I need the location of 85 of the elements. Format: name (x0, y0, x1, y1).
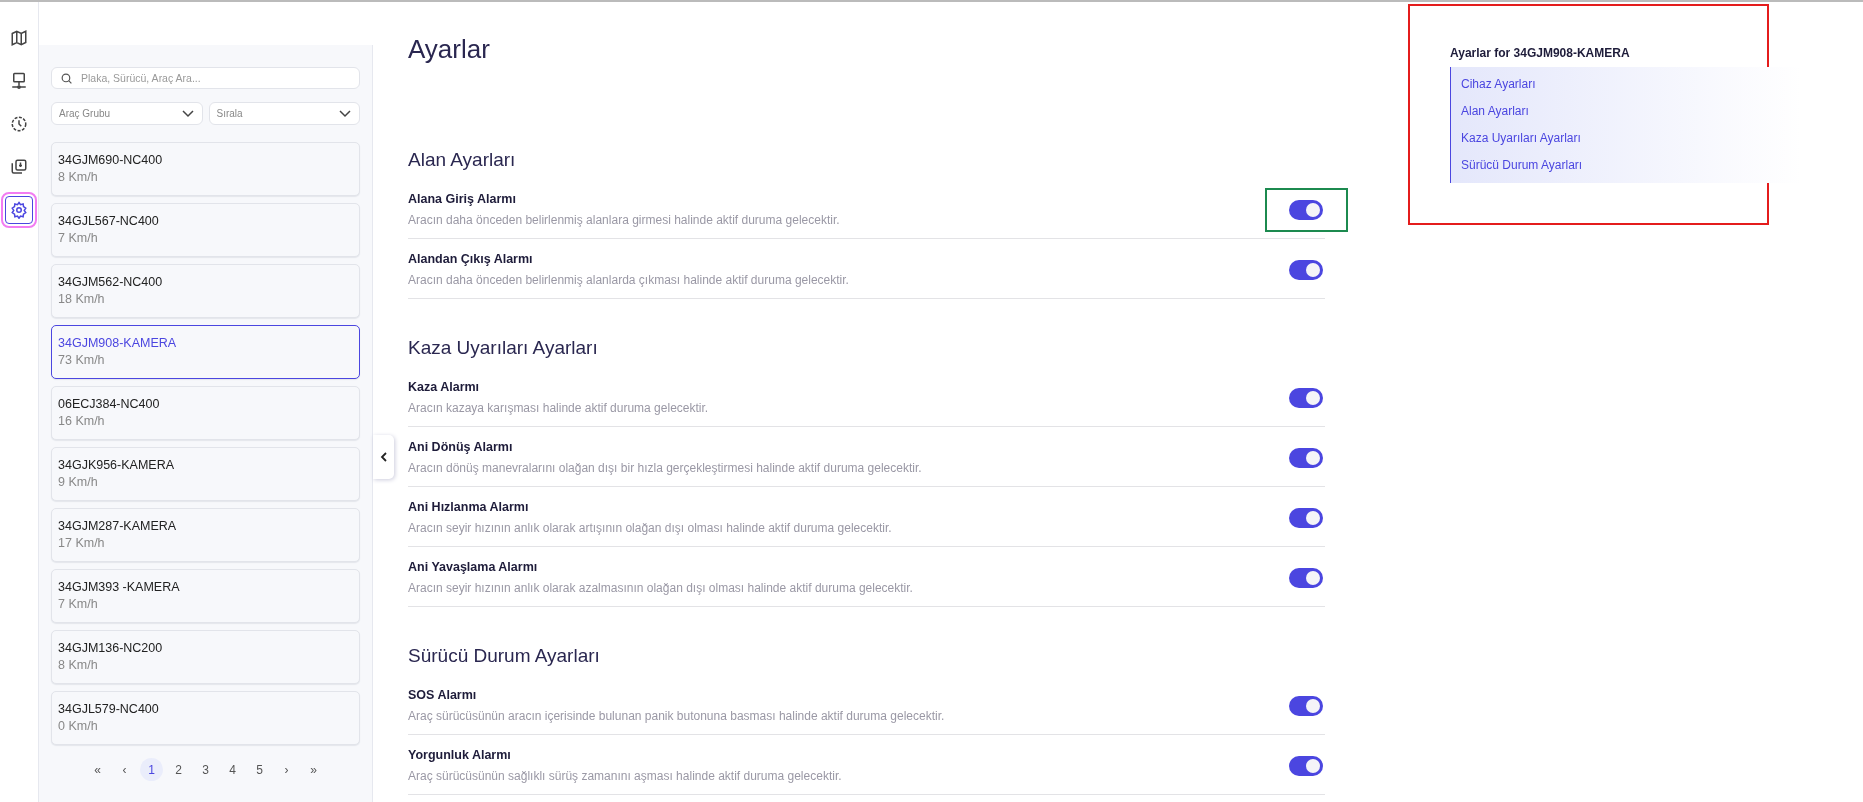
vehicle-card[interactable]: 06ECJ384-NC400 16 Km/h (51, 386, 360, 440)
setting-description: Aracın kazaya karışması halinde aktif duruma gelecektir. (408, 401, 709, 415)
plate-label: 34GJK956-KAMERA (58, 458, 176, 472)
chevron-left-icon (380, 452, 387, 462)
plate-label: 34GJM908-KAMERA (58, 336, 178, 350)
speed-label: 73 Km/h (58, 353, 106, 367)
settings-icon (10, 201, 28, 219)
dropdown[interactable]: Sırala (208, 102, 360, 125)
speed-label: 9 Km/h (58, 475, 99, 489)
vehicle-card[interactable]: 34GJM908-KAMERA 73 Km/h (51, 325, 360, 379)
setting-name: Ani Dönüş Alarmı (408, 440, 514, 454)
toggle-switch[interactable] (1289, 755, 1323, 776)
toggle-switch[interactable] (1289, 199, 1323, 220)
toggle-switch[interactable] (1289, 695, 1323, 716)
plate-label: 34GJL567-NC400 (58, 214, 160, 228)
plate-label: 34GJM562-NC400 (58, 275, 164, 289)
chevron-down-icon (181, 109, 194, 118)
setting-description: Aracın dönüş manevralarını olağan dışı bir hızla gerçekleştirmesi halinde aktif duruma gelecektir. (408, 461, 922, 475)
search-field[interactable]: Plaka, Sürücü, Araç Ara... (51, 67, 360, 89)
vehicle-card[interactable]: 34GJL579-NC400 0 Km/h (51, 691, 360, 745)
setting-name: Ani Hızlanma Alarmı (408, 500, 530, 514)
previous-page-link[interactable]: ‹ (113, 758, 136, 781)
clock-icon (10, 115, 28, 133)
toggle-switch[interactable] (1289, 567, 1323, 588)
toc-link[interactable]: Kaza Uyarıları Ayarları (1451, 125, 1801, 152)
setting-description: Aracın seyir hızının anlık olarak azalmasının olağan dışı olması halinde aktif duruma gelecektir. (408, 581, 913, 595)
plate-label: 06ECJ384-NC400 (58, 397, 161, 411)
setting-description: Araç sürücüsünün sağlıklı sürüş zamanını aşması halinde aktif duruma gelecektir. (408, 769, 842, 783)
setting-name: Alana Giriş Alarmı (408, 192, 517, 206)
toggle-switch[interactable] (1289, 447, 1323, 468)
speed-label: 18 Km/h (58, 292, 106, 306)
page-link[interactable]: 4 (221, 758, 244, 781)
collapse-button[interactable] (373, 435, 394, 479)
plate-label: 34GJM136-NC200 (58, 641, 164, 655)
speed-label: 16 Km/h (58, 414, 106, 428)
stacked-squares-icon (10, 158, 28, 176)
monitor-icon (10, 72, 28, 90)
chevron-down-icon (339, 109, 351, 118)
next-page-link[interactable]: › (275, 758, 298, 781)
vehicle-card[interactable]: 34GJM393 -KAMERA 7 Km/h (51, 569, 360, 623)
page-title: Ayarlar (408, 34, 491, 65)
vehicle-card[interactable]: 34GJM562-NC400 18 Km/h (51, 264, 360, 318)
plate-label: 34GJL579-NC400 (58, 702, 160, 716)
dropdown[interactable]: Araç Grubu (51, 102, 203, 125)
speed-label: 0 Km/h (58, 719, 99, 733)
vehicle-card[interactable]: 34GJK956-KAMERA 9 Km/h (51, 447, 360, 501)
toggle-switch[interactable] (1289, 259, 1323, 280)
map-icon (10, 29, 28, 47)
speed-label: 8 Km/h (58, 658, 99, 672)
toc-link[interactable]: Cihaz Ayarları (1451, 71, 1801, 98)
section-title: Alan Ayarları (408, 149, 517, 171)
setting-name: Yorgunluk Alarmı (408, 748, 512, 762)
speed-label: 7 Km/h (58, 231, 99, 245)
setting-description: Aracın daha önceden belirlenmiş alanlarda çıkması halinde aktif duruma gelecektir. (408, 273, 849, 287)
setting-description: Aracın daha önceden belirlenmiş alanlara girmesi halinde aktif duruma gelecektir. (408, 213, 840, 227)
vehicle-card[interactable]: 34GJM690-NC400 8 Km/h (51, 142, 360, 196)
setting-name: Kaza Alarmı (408, 380, 481, 394)
section-title: Kaza Uyarıları Ayarları (408, 337, 599, 359)
toc-link[interactable]: Sürücü Durum Ayarları (1451, 152, 1801, 179)
toc-link[interactable]: Alan Ayarları (1451, 98, 1801, 125)
speed-label: 8 Km/h (58, 170, 99, 184)
setting-description: Aracın seyir hızının anlık olarak artışının olağan dışı olması halinde aktif duruma gelecektir. (408, 521, 892, 535)
vehicle-card[interactable]: 34GJL567-NC400 7 Km/h (51, 203, 360, 257)
toggle-switch[interactable] (1289, 387, 1323, 408)
setting-name: SOS Alarmı (408, 688, 478, 702)
section-title: Sürücü Durum Ayarları (408, 645, 601, 667)
toggle-switch[interactable] (1289, 507, 1323, 528)
setting-description: Araç sürücüsünün aracın içerisinde bulunan panik butonuna basması halinde aktif duruma gelecektir. (408, 709, 945, 723)
toc-title: Ayarlar for 34GJM908-KAMERA (1450, 46, 1631, 60)
setting-name: Ani Yavaşlama Alarmı (408, 560, 539, 574)
speed-label: 7 Km/h (58, 597, 99, 611)
page-link[interactable]: 2 (167, 758, 190, 781)
speed-label: 17 Km/h (58, 536, 106, 550)
vehicle-card[interactable]: 34GJM287-KAMERA 17 Km/h (51, 508, 360, 562)
last-page-link[interactable]: » (302, 758, 325, 781)
page-link[interactable]: 3 (194, 758, 217, 781)
page-link[interactable]: 1 (140, 758, 163, 781)
plate-label: 34GJM393 -KAMERA (58, 580, 181, 594)
plate-label: 34GJM690-NC400 (58, 153, 164, 167)
page-link[interactable]: 5 (248, 758, 271, 781)
setting-name: Alandan Çıkış Alarmı (408, 252, 534, 266)
first-page-link[interactable]: « (86, 758, 109, 781)
search-icon (60, 72, 73, 85)
plate-label: 34GJM287-KAMERA (58, 519, 178, 533)
vehicle-card[interactable]: 34GJM136-NC200 8 Km/h (51, 630, 360, 684)
